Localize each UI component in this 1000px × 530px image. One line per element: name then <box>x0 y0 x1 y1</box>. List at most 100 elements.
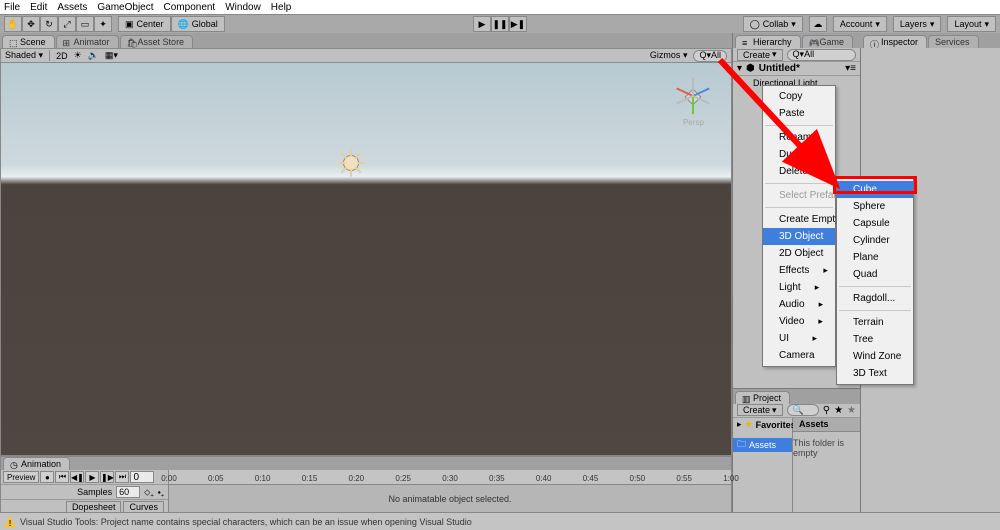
layers-dropdown[interactable]: Layers▾ <box>893 16 942 32</box>
animation-ruler[interactable]: 0:000:050:100:150:200:250:300:350:400:45… <box>169 470 731 485</box>
ctx-delete[interactable]: Delete <box>763 163 835 180</box>
hierarchy-search-input[interactable]: Q▾All <box>787 49 856 61</box>
sub-wind-zone[interactable]: Wind Zone <box>837 348 913 365</box>
favorites-row[interactable]: ▸★Favorites <box>733 418 792 432</box>
status-bar[interactable]: ! Visual Studio Tools: Project name cont… <box>0 512 1000 530</box>
anim-prev-button[interactable]: ◀❚ <box>70 471 84 483</box>
sub-cylinder[interactable]: Cylinder <box>837 232 913 249</box>
ctx-rename[interactable]: Rename <box>763 129 835 146</box>
play-button[interactable]: ▶ <box>473 16 491 32</box>
menu-gameobject[interactable]: GameObject <box>97 2 153 13</box>
anim-play-button[interactable]: ▶ <box>85 471 99 483</box>
scene-menu-icon[interactable]: ▾≡ <box>845 63 856 74</box>
scene-viewport[interactable]: Persp <box>0 63 732 456</box>
filter-label-icon[interactable]: ★ <box>834 405 843 416</box>
ctx-effects[interactable]: Effects▸ <box>763 262 835 279</box>
anim-record-button[interactable]: ● <box>40 471 54 483</box>
sub-tree[interactable]: Tree <box>837 331 913 348</box>
anim-preview-button[interactable]: Preview <box>3 471 39 483</box>
assets-row[interactable]: 🗀Assets <box>733 438 792 452</box>
project-search-input[interactable]: 🔍 <box>787 404 819 416</box>
rotate-tool-button[interactable]: ↻ <box>40 16 58 32</box>
step-button[interactable]: ▶❚ <box>509 16 527 32</box>
menu-component[interactable]: Component <box>164 2 216 13</box>
sub-plane[interactable]: Plane <box>837 249 913 266</box>
ctx-audio[interactable]: Audio▸ <box>763 296 835 313</box>
menu-assets[interactable]: Assets <box>57 2 87 13</box>
fx-toggle-icon[interactable]: ▦▾ <box>105 50 118 61</box>
tab-scene[interactable]: ⬚Scene <box>2 35 55 48</box>
gizmos-dropdown[interactable]: Gizmos ▾ <box>650 50 688 61</box>
ctx-video[interactable]: Video▸ <box>763 313 835 330</box>
add-event-icon[interactable]: ⬩₊ <box>158 487 164 498</box>
scene-search-input[interactable]: Q▾All <box>693 50 727 62</box>
scene-control-bar: Shaded ▾ 2D ☀ 🔊 ▦▾ Gizmos ▾ Q▾All <box>0 48 732 63</box>
tab-animator[interactable]: ⊞Animator <box>56 35 119 48</box>
ctx-2d-object[interactable]: 2D Object▸ <box>763 245 835 262</box>
sub-ragdoll[interactable]: Ragdoll... <box>837 290 913 307</box>
sub-3d-text[interactable]: 3D Text <box>837 365 913 382</box>
filter-type-icon[interactable]: ⚲ <box>823 405 830 416</box>
hierarchy-scene-row[interactable]: ▾ ⬢ Untitled* ▾≡ <box>733 62 860 76</box>
sub-capsule[interactable]: Capsule <box>837 215 913 232</box>
anim-next-button[interactable]: ❚▶ <box>100 471 114 483</box>
ctx-ui[interactable]: UI▸ <box>763 330 835 347</box>
anim-frame-input[interactable]: 0 <box>130 471 154 483</box>
menu-window[interactable]: Window <box>225 2 261 13</box>
anim-first-button[interactable]: ⏮ <box>55 471 69 483</box>
tab-game[interactable]: 🎮Game <box>802 35 854 48</box>
scale-tool-button[interactable]: ⤢ <box>58 16 76 32</box>
tab-services[interactable]: Services <box>928 35 979 48</box>
tab-project[interactable]: ▥Project <box>735 391 790 404</box>
foldout-icon[interactable]: ▾ <box>737 63 742 74</box>
layout-dropdown[interactable]: Layout▾ <box>947 16 996 32</box>
shading-dropdown[interactable]: Shaded ▾ <box>5 50 43 61</box>
collab-dropdown[interactable]: ◯Collab▾ <box>743 16 803 32</box>
anim-samples-input[interactable]: 60 <box>116 486 140 498</box>
space-toggle-button[interactable]: 🌐Global <box>171 16 225 32</box>
light-toggle-icon[interactable]: ☀ <box>74 50 82 61</box>
sub-quad[interactable]: Quad <box>837 266 913 283</box>
tab-hierarchy[interactable]: ≡Hierarchy <box>735 35 801 48</box>
ctx-paste[interactable]: Paste <box>763 105 835 122</box>
hierarchy-create-dropdown[interactable]: Create▾ <box>737 49 783 61</box>
tab-asset-store[interactable]: 🛍Asset Store <box>120 35 194 48</box>
animation-timeline[interactable]: 0:000:050:100:150:200:250:300:350:400:45… <box>169 470 731 513</box>
project-tree[interactable]: ▸★Favorites 🗀Assets <box>733 418 793 513</box>
tab-animation[interactable]: ◷Animation <box>3 457 70 470</box>
tab-inspector[interactable]: ⓘInspector <box>863 35 927 48</box>
ctx-copy[interactable]: Copy <box>763 88 835 105</box>
menu-help[interactable]: Help <box>271 2 292 13</box>
annotation-highlight-box <box>833 176 917 194</box>
anim-last-button[interactable]: ⏭ <box>115 471 129 483</box>
account-dropdown[interactable]: Account▾ <box>833 16 887 32</box>
mode-2d-toggle[interactable]: 2D <box>56 51 68 61</box>
transform-tool-button[interactable]: ✦ <box>94 16 112 32</box>
project-breadcrumb[interactable]: Assets <box>793 418 860 432</box>
inspector-icon: ⓘ <box>870 38 878 46</box>
ctx-camera[interactable]: Camera <box>763 347 835 364</box>
animation-panel: ◷Animation Preview ● ⏮ ◀❚ ▶ ❚▶ ⏭ 0 <box>0 456 732 512</box>
dopesheet-button[interactable]: Dopesheet <box>66 501 122 513</box>
menu-edit[interactable]: Edit <box>30 2 47 13</box>
ctx-create-empty[interactable]: Create Empty <box>763 211 835 228</box>
sub-sphere[interactable]: Sphere <box>837 198 913 215</box>
pause-button[interactable]: ❚❚ <box>491 16 509 32</box>
move-tool-button[interactable]: ✥ <box>22 16 40 32</box>
add-keyframe-icon[interactable]: ⬦₊ <box>144 487 153 498</box>
cloud-button[interactable]: ☁ <box>809 16 827 32</box>
audio-toggle-icon[interactable]: 🔊 <box>88 50 99 61</box>
curves-button[interactable]: Curves <box>123 501 164 513</box>
save-search-icon[interactable]: ★ <box>847 405 856 416</box>
ctx-3d-object[interactable]: 3D Object▸ <box>763 228 835 245</box>
rect-tool-button[interactable]: ▭ <box>76 16 94 32</box>
project-create-dropdown[interactable]: Create▾ <box>737 404 783 416</box>
menu-file[interactable]: File <box>4 2 20 13</box>
orientation-gizmo[interactable]: Persp <box>669 73 717 121</box>
directional-light-icon[interactable] <box>339 151 363 175</box>
hand-tool-button[interactable]: ✋ <box>4 16 22 32</box>
ctx-duplicate[interactable]: Duplicate <box>763 146 835 163</box>
ctx-light[interactable]: Light▸ <box>763 279 835 296</box>
sub-terrain[interactable]: Terrain <box>837 314 913 331</box>
pivot-toggle-button[interactable]: ▣Center <box>118 16 171 32</box>
